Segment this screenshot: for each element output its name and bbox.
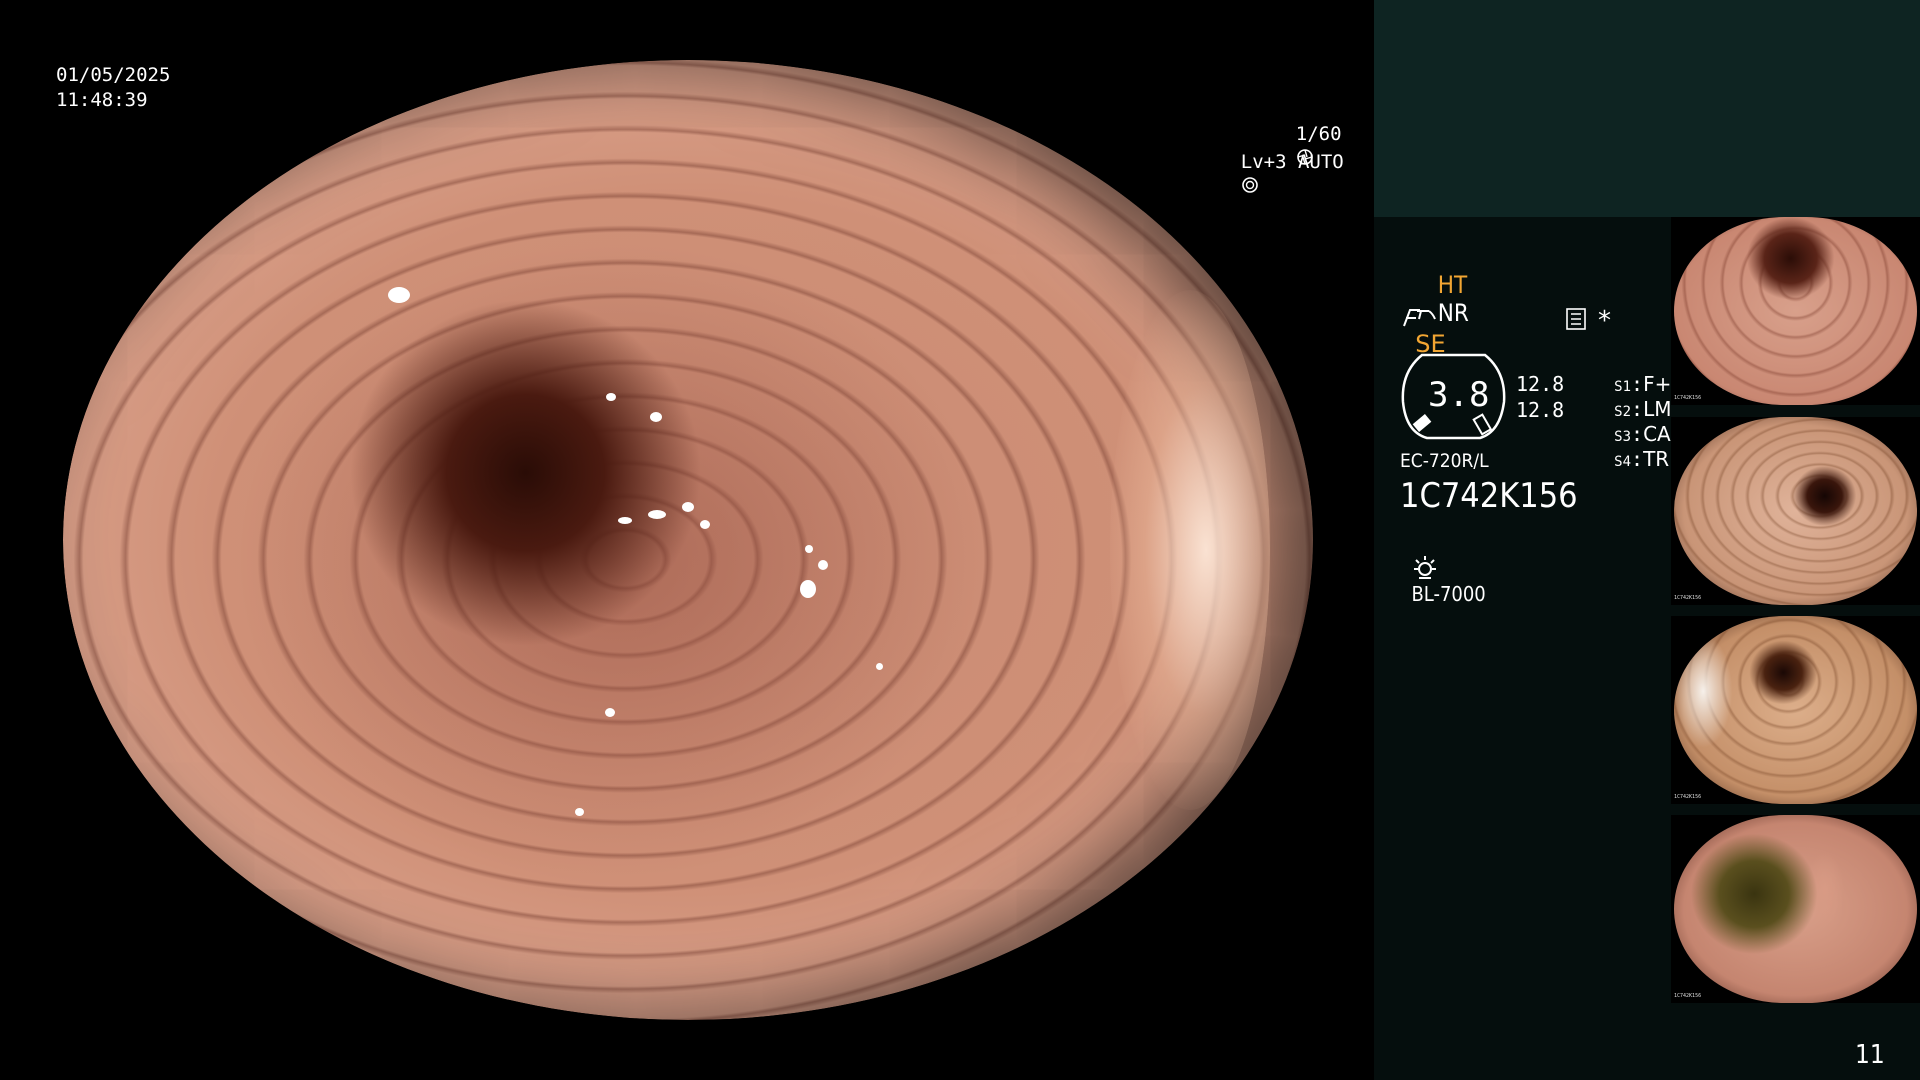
specular-highlight <box>700 520 710 529</box>
thumbnail-serial: 1C742K156 <box>1674 794 1702 800</box>
specular-highlight <box>606 393 616 401</box>
capture-marker: * <box>1598 306 1611 336</box>
thumbnail-image <box>1674 815 1917 1003</box>
thumbnail-serial: 1C742K156 <box>1674 993 1702 999</box>
specular-highlight <box>805 545 813 553</box>
specular-highlight <box>682 502 694 512</box>
thumbnail-image <box>1674 217 1917 405</box>
scope-serial: 1C742K156 <box>1400 476 1578 516</box>
iris-icon <box>1241 177 1258 193</box>
thumbnail-serial: 1C742K156 <box>1674 595 1702 601</box>
specular-highlight <box>648 510 666 519</box>
specular-highlight <box>876 663 883 670</box>
endoscope-viewport: 01/05/2025 11:48:39 1/60 Lv+3 AUTO <box>0 0 1374 1080</box>
capture-thumbnail[interactable]: 1C742K156 <box>1671 217 1920 405</box>
capture-thumbnail[interactable]: 1C742K156 <box>1671 417 1920 605</box>
brightness-level: Lv+3 AUTO <box>1195 128 1344 220</box>
lamp-icon <box>1414 556 1437 579</box>
specular-highlight <box>575 808 584 816</box>
specular-highlight <box>605 708 615 717</box>
specular-highlight <box>618 517 632 524</box>
page-number: 11 <box>1855 1040 1885 1070</box>
readout-top: 12.8 <box>1516 372 1565 396</box>
scope-model: EC-720R/L <box>1400 450 1489 472</box>
level-value: Lv+3 AUTO <box>1240 151 1344 173</box>
thumbnail-image <box>1674 616 1917 804</box>
exam-date: 01/05/2025 <box>56 64 171 86</box>
record-icon <box>1566 308 1586 330</box>
specular-highlight <box>818 560 828 570</box>
thumbnail-image <box>1674 417 1917 605</box>
specular-highlight <box>388 287 410 303</box>
capture-thumbnail[interactable]: 1C742K156 <box>1671 815 1920 1003</box>
gauge-value: 3.8 <box>1428 375 1490 415</box>
panel-header <box>1374 0 1920 217</box>
thumbnail-serial: 1C742K156 <box>1674 395 1702 401</box>
freeze-icon <box>1403 309 1420 327</box>
light-reflection <box>1110 290 1270 810</box>
light-source-row: BL-7000 <box>1400 530 1486 606</box>
exam-time: 11:48:39 <box>56 89 148 111</box>
readout-bottom: 12.8 <box>1516 398 1565 422</box>
setting-key: S4 <box>1614 454 1632 470</box>
specular-highlight <box>650 412 662 422</box>
specular-highlight <box>800 580 816 598</box>
light-source-label: BL-7000 <box>1411 582 1486 606</box>
capture-thumbnail[interactable]: 1C742K156 <box>1671 616 1920 804</box>
